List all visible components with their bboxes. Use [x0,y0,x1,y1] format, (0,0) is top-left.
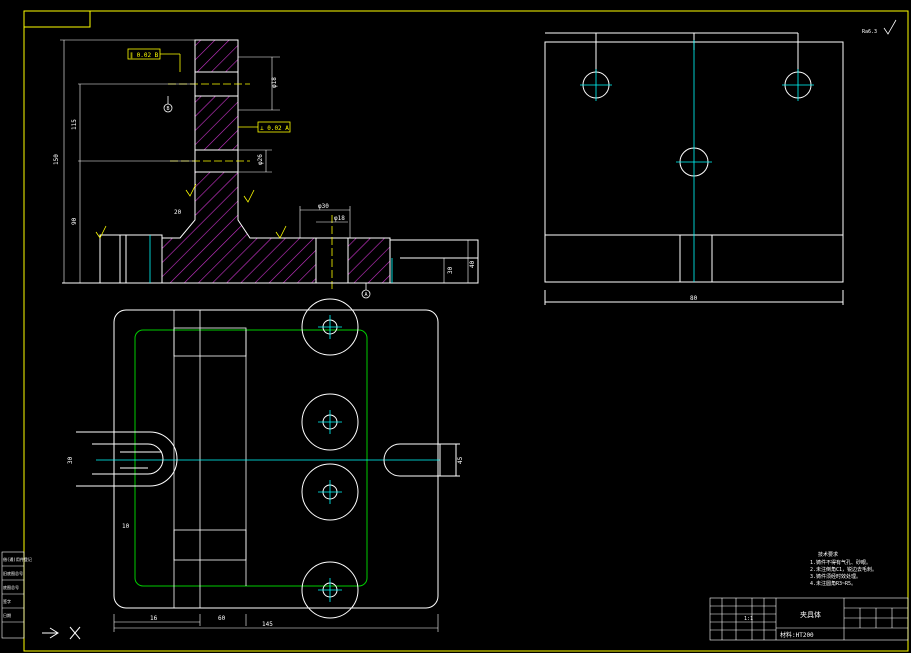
dim-inner-span: 60 [218,615,226,622]
stamp-3: 底图总号 [3,584,19,590]
dim-lower-height: 90 [71,217,78,225]
title-material: 材料:HT200 [780,631,814,639]
dim-slot-width: φ18 [334,215,345,222]
dim-base-width: 145 [262,621,273,628]
note-2: 2.未注倒角C1，锐边去毛刺。 [810,566,877,573]
section-hatch-upper [194,39,239,161]
dim-bore-mid: φ26 [257,154,264,165]
dim-upper-height: 115 [71,119,78,130]
tolerance-frame-top: ∥ 0.02 B [130,52,159,59]
note-4: 4.未注圆角R3~R5。 [810,580,856,587]
datum-b: B [166,106,169,112]
left-stamp-column [1,551,25,639]
dim-slot-left: 30 [67,456,74,464]
datum-a: A [364,292,367,298]
dim-overall-height: 150 [53,154,60,165]
title-part-name: 夹具体 [800,610,821,619]
tolerance-frame-mid: ⊥ 0.02 A [260,125,289,132]
title-scale: 1:1 [744,616,753,622]
drawing-border [23,10,909,652]
note-1: 1.铸件不得有气孔、砂眼。 [810,559,871,566]
dim-small-r: 10 [122,523,130,530]
cad-drawing-canvas: 借(通)用件登记 旧底图总号 底图总号 签字 日期 150 115 90 φ18… [1,10,909,652]
dim-slot-right: 45 [457,456,464,464]
dim-rib-width: φ30 [318,203,329,210]
front-section-view: 150 115 90 φ18 φ26 φ30 φ18 30 40 20 ∥ 0.… [53,39,479,299]
side-view: 80 [544,32,844,305]
stamp-5: 日期 [3,612,11,618]
stamp-2: 旧底图总号 [3,570,23,576]
dim-base-height: 30 [447,266,454,274]
roughness-symbol: Ra6.3 [862,19,897,35]
dim-bore-top: φ18 [271,77,278,88]
dim-right-view-width: 80 [690,295,698,302]
roughness-label: Ra6.3 [862,29,877,35]
dim-base-total: 40 [469,260,476,268]
technical-notes: 技术要求 1.铸件不得有气孔、砂眼。 2.未注倒角C1，锐边去毛刺。 3.铸件须… [810,551,877,587]
dim-left-offset: 16 [150,615,158,622]
dim-step-depth: 20 [174,209,182,216]
plan-view: 145 16 60 30 45 10 [67,298,464,632]
note-3: 3.铸件须经时效处理。 [810,573,861,580]
ucs-icon [42,626,81,640]
section-hatch-lower [161,159,391,284]
stamp-1: 借(通)用件登记 [3,556,32,562]
notes-heading: 技术要求 [818,551,838,558]
stamp-4: 签字 [3,598,11,604]
